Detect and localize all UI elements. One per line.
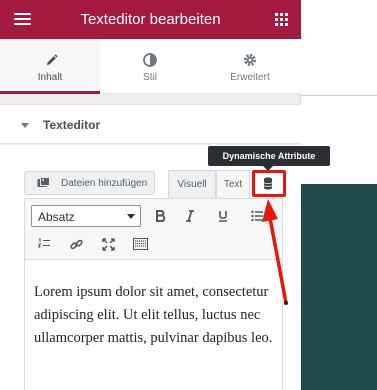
panel-header: Texteditor bearbeiten — [0, 0, 301, 39]
toolbar-toggle-button[interactable] — [130, 234, 150, 254]
bullet-list-button[interactable] — [247, 206, 267, 226]
add-media-button[interactable]: Dateien hinzufügen — [24, 171, 155, 195]
underline-button[interactable] — [213, 206, 233, 226]
panel-tabs: Inhalt Stil Erweitert — [0, 39, 301, 94]
keyboard-icon — [132, 238, 148, 250]
format-select[interactable]: Absatz — [31, 205, 141, 227]
link-button[interactable] — [66, 234, 86, 254]
tab-advanced[interactable]: Erweitert — [200, 39, 300, 94]
section-toggle[interactable]: Texteditor — [0, 104, 301, 144]
highlight-box — [252, 170, 286, 197]
bold-icon — [156, 210, 166, 222]
tab-content-label: Inhalt — [37, 72, 63, 83]
italic-icon — [186, 210, 194, 222]
add-media-label: Dateien hinzufügen — [61, 178, 148, 189]
half-circle-icon — [143, 53, 157, 67]
preview-area — [300, 0, 377, 390]
link-icon — [69, 239, 83, 249]
fullscreen-button[interactable] — [98, 234, 118, 254]
bullet-list-icon — [251, 210, 263, 222]
italic-button[interactable] — [180, 206, 200, 226]
preview-divider — [300, 95, 377, 96]
tab-style[interactable]: Stil — [100, 39, 200, 94]
tab-advanced-label: Erweitert — [230, 72, 270, 83]
panel-title: Texteditor bearbeiten — [80, 11, 221, 28]
fullscreen-icon — [101, 237, 115, 251]
caret-down-icon — [21, 123, 29, 128]
tab-content[interactable]: Inhalt — [0, 39, 100, 94]
editor-panel: Texteditor bearbeiten Inhalt Stil Erweit… — [0, 0, 301, 390]
gear-icon — [244, 54, 256, 66]
editor-text[interactable]: Lorem ipsum dolor sit amet, consectetur … — [34, 281, 279, 350]
editor-toolbar: Absatz — [24, 198, 283, 260]
screen: Texteditor bearbeiten Inhalt Stil Erweit… — [0, 0, 377, 390]
widgets-grid-icon[interactable] — [275, 13, 288, 26]
underline-icon — [219, 211, 227, 222]
bold-button[interactable] — [151, 206, 171, 226]
section-title: Texteditor — [43, 118, 101, 132]
tab-style-label: Stil — [143, 72, 157, 83]
numbered-list-button[interactable] — [34, 234, 54, 254]
pencil-icon — [47, 54, 58, 65]
numbered-list-icon — [38, 238, 50, 248]
tab-visual[interactable]: Visuell — [168, 170, 216, 198]
tooltip: Dynamische Attribute — [208, 146, 330, 166]
tab-text[interactable]: Text — [216, 170, 250, 198]
media-icon — [37, 177, 50, 187]
preview-section[interactable] — [300, 184, 377, 390]
tooltip-pointer — [263, 166, 273, 171]
format-select-value: Absatz — [38, 210, 75, 224]
chevron-down-icon — [127, 214, 135, 219]
